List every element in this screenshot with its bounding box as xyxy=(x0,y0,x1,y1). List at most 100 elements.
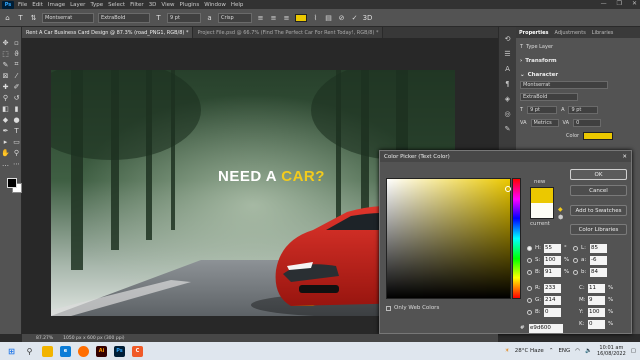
font-family-select[interactable]: Montserrat xyxy=(42,12,94,23)
menu-image[interactable]: Image xyxy=(48,2,65,8)
file-explorer-icon[interactable] xyxy=(42,345,53,357)
menu-select[interactable]: Select xyxy=(108,2,125,8)
transform-section[interactable]: › Transform xyxy=(516,55,640,66)
add-to-swatches-button[interactable]: Add to Swatches xyxy=(570,205,627,216)
menu-edit[interactable]: Edit xyxy=(32,2,43,8)
blue-input[interactable]: 0 xyxy=(544,307,561,317)
prop-kerning-select[interactable]: Metrics xyxy=(530,118,559,127)
dodge-tool-icon[interactable]: ● xyxy=(11,114,22,125)
only-web-colors[interactable]: Only Web Colors xyxy=(386,305,439,311)
photoshop-taskbar-icon[interactable]: Ps xyxy=(114,345,125,357)
h-input[interactable]: 55 xyxy=(544,243,561,253)
type-tool-icon[interactable]: T xyxy=(16,13,25,22)
cancel-button[interactable]: Cancel xyxy=(570,185,627,196)
marquee-tool-icon[interactable]: ⬚ xyxy=(0,48,11,59)
shape-tool-icon[interactable]: ▭ xyxy=(11,136,22,147)
align-left-icon[interactable]: ≡ xyxy=(256,13,265,22)
menu-plugins[interactable]: Plugins xyxy=(179,2,199,8)
prop-leading-input[interactable]: 9 pt xyxy=(568,105,599,114)
web-safe-icon[interactable]: ⬢ xyxy=(558,214,563,221)
notifications-icon[interactable]: ▢ xyxy=(631,348,636,354)
tab-adjustments[interactable]: Adjustments xyxy=(554,30,585,36)
align-center-icon[interactable]: ≡ xyxy=(269,13,278,22)
gradient-tool-icon[interactable]: ▮ xyxy=(11,103,22,114)
app-c-icon[interactable]: C xyxy=(132,345,143,357)
warp-text-icon[interactable]: ⌇ xyxy=(311,13,320,22)
character-panel-icon[interactable]: ▤ xyxy=(324,13,333,22)
y-input[interactable]: 100 xyxy=(588,307,605,317)
g-radio[interactable] xyxy=(527,297,532,303)
orientation-icon[interactable]: ⇅ xyxy=(29,13,38,22)
k-input[interactable]: 0 xyxy=(588,319,605,329)
wifi-icon[interactable]: ◠ xyxy=(575,348,580,354)
b-input[interactable]: 91 xyxy=(544,267,561,277)
paths-icon[interactable]: ✎ xyxy=(505,125,511,133)
path-select-icon[interactable]: ▸ xyxy=(0,136,11,147)
canvas-headline[interactable]: NEED A CAR? xyxy=(218,168,325,185)
prop-font-family-select[interactable]: Montserrat xyxy=(520,81,608,89)
tab-properties[interactable]: Properties xyxy=(519,30,548,36)
tab-libraries[interactable]: Libraries xyxy=(592,30,614,36)
a-input[interactable]: -6 xyxy=(590,255,607,265)
align-right-icon[interactable]: ≡ xyxy=(282,13,291,22)
prop-font-style-select[interactable]: ExtraBold xyxy=(520,93,578,101)
more-tools-icon[interactable]: … xyxy=(0,158,11,169)
channels-icon[interactable]: ◎ xyxy=(504,110,510,118)
only-web-colors-checkbox[interactable] xyxy=(386,305,391,311)
l-input[interactable]: 85 xyxy=(590,243,607,253)
blur-tool-icon[interactable]: ◆ xyxy=(0,114,11,125)
b-radio[interactable] xyxy=(527,269,532,275)
r-radio[interactable] xyxy=(527,285,532,291)
firefox-icon[interactable] xyxy=(78,345,89,357)
color-selector-ring[interactable] xyxy=(505,186,511,192)
a-radio[interactable] xyxy=(573,257,578,263)
c-input[interactable]: 11 xyxy=(588,283,605,293)
3d-icon[interactable]: 3D xyxy=(363,13,373,22)
search-icon[interactable]: ⚲ xyxy=(24,346,35,357)
language-indicator[interactable]: ENG xyxy=(558,348,570,354)
layers-icon[interactable]: ◈ xyxy=(505,95,510,103)
commit-icon[interactable]: ✓ xyxy=(350,13,359,22)
hue-slider[interactable] xyxy=(512,178,521,299)
character-section[interactable]: ⌄ Character xyxy=(516,69,640,80)
l-radio[interactable] xyxy=(573,245,578,251)
text-color-swatch[interactable] xyxy=(295,13,307,22)
volume-icon[interactable]: 🔈 xyxy=(585,348,592,354)
blue-radio[interactable] xyxy=(527,309,532,315)
paragraph-icon[interactable]: ¶ xyxy=(505,80,509,88)
character-icon[interactable]: A xyxy=(505,65,510,73)
artboard-tool-icon[interactable]: ▫ xyxy=(11,37,22,48)
history-icon[interactable]: ⟲ xyxy=(505,35,511,43)
clock[interactable]: 10:01 am 16/08/2022 xyxy=(597,345,626,357)
lab-b-radio[interactable] xyxy=(573,269,578,275)
frame-tool-icon[interactable]: ⊠ xyxy=(0,70,11,81)
move-tool-icon[interactable]: ✥ xyxy=(0,37,11,48)
prop-tracking-input[interactable]: 0 xyxy=(573,118,602,127)
prop-font-size-input[interactable]: 9 pt xyxy=(527,105,558,114)
h-radio[interactable] xyxy=(527,245,532,251)
close-window-button[interactable]: ✕ xyxy=(632,0,637,7)
zoom-level[interactable]: 87.27% xyxy=(36,336,53,341)
saturation-brightness-field[interactable] xyxy=(386,178,511,299)
s-radio[interactable] xyxy=(527,257,532,263)
tab-rent-a-car[interactable]: Rent A Car Business Card Design @ 87.3% … xyxy=(22,27,194,38)
color-libraries-button[interactable]: Color Libraries xyxy=(570,224,627,235)
font-size-select[interactable]: 9 pt xyxy=(167,12,201,23)
brush-tool-icon[interactable]: ✐ xyxy=(11,81,22,92)
close-icon[interactable]: ✕ xyxy=(622,154,627,160)
menu-window[interactable]: Window xyxy=(204,2,226,8)
eyedropper-tool-icon[interactable]: ⁄ xyxy=(11,70,22,81)
pen-tool-icon[interactable]: ✒ xyxy=(0,125,11,136)
eraser-tool-icon[interactable]: ◧ xyxy=(0,103,11,114)
cancel-icon[interactable]: ⊘ xyxy=(337,13,346,22)
edit-toolbar-icon[interactable]: ⋯ xyxy=(11,158,22,169)
tray-chevron-icon[interactable]: ⌃ xyxy=(549,348,554,354)
history-brush-icon[interactable]: ↺ xyxy=(11,92,22,103)
weather-text[interactable]: 28°C Haze xyxy=(515,348,544,354)
m-input[interactable]: 9 xyxy=(588,295,605,305)
s-input[interactable]: 100 xyxy=(544,255,561,265)
hand-tool-icon[interactable]: ✋ xyxy=(0,147,11,158)
lasso-tool-icon[interactable]: ϑ xyxy=(11,48,22,59)
zoom-tool-icon[interactable]: ⚲ xyxy=(11,147,22,158)
type-tool-icon[interactable]: T xyxy=(11,125,22,136)
